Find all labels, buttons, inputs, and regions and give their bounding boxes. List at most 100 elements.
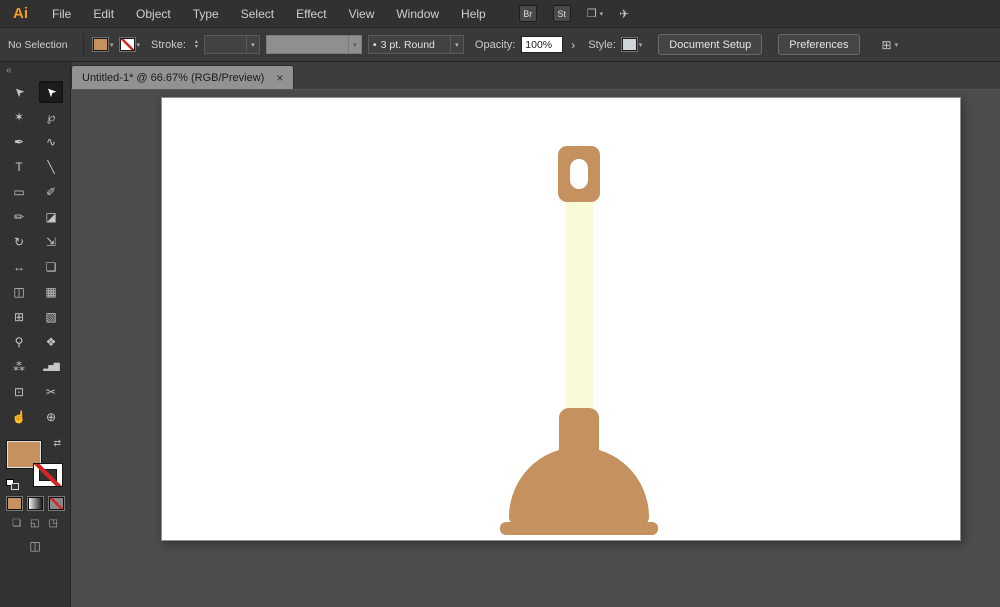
curvature-icon: ∿	[45, 134, 57, 149]
brush-definition-dropdown[interactable]: • 3 pt. Round ▾	[367, 35, 464, 54]
fill-color-dropdown[interactable]: ▾	[93, 38, 114, 51]
preferences-button[interactable]: Preferences	[778, 34, 860, 55]
stepper-down-icon[interactable]: ▾	[195, 44, 198, 50]
tool-gradient[interactable]: ▧	[38, 304, 64, 329]
stroke-label: Stroke:	[151, 38, 186, 51]
brush-dot-icon: •	[372, 38, 377, 51]
tool-shape-builder[interactable]: ◫	[6, 279, 32, 304]
fill-swatch	[93, 38, 108, 51]
tool-perspective-grid[interactable]: ▦	[38, 279, 64, 304]
chevron-down-icon: ▾	[136, 41, 141, 49]
tool-type[interactable]: T	[6, 154, 32, 179]
menu-object[interactable]: Object	[125, 7, 182, 21]
swap-fill-stroke-icon[interactable]: ⇄	[53, 438, 61, 449]
color-button[interactable]	[6, 497, 22, 510]
type-icon: T	[15, 159, 23, 174]
screen-mode-icon[interactable]: ◫	[0, 539, 70, 553]
shape-builder-icon: ◫	[13, 284, 25, 299]
default-fill-stroke-icon[interactable]	[6, 479, 19, 490]
gradient-button[interactable]	[27, 497, 43, 510]
free-transform-icon: ❏	[45, 259, 57, 274]
tool-paintbrush[interactable]: ✐	[38, 179, 64, 204]
tool-scale[interactable]: ⇲	[38, 229, 64, 254]
menu-select[interactable]: Select	[230, 7, 285, 21]
canvas[interactable]	[71, 90, 1000, 607]
opacity-panel-arrow-icon[interactable]: ›	[571, 38, 575, 52]
stroke-swatch[interactable]	[33, 463, 63, 487]
tool-hand[interactable]: ☝	[6, 404, 32, 429]
menu-view[interactable]: View	[338, 7, 386, 21]
collapse-panel-icon[interactable]: «	[0, 62, 70, 77]
slice-icon: ✂	[45, 384, 57, 399]
menu-type[interactable]: Type	[182, 7, 230, 21]
opacity-label: Opacity:	[474, 38, 516, 51]
plunger-base-shape[interactable]	[500, 522, 658, 535]
tool-magic-wand[interactable]: ✶	[6, 104, 32, 129]
menu-effect[interactable]: Effect	[285, 7, 337, 21]
stroke-width-dropdown[interactable]: ▾	[203, 35, 260, 54]
tool-rectangle[interactable]: ▭	[6, 179, 32, 204]
none-slash-icon	[34, 464, 62, 486]
tool-rotate[interactable]: ↻	[6, 229, 32, 254]
artboard[interactable]	[161, 97, 961, 541]
tool-column-graph[interactable]: ▂▅▇	[38, 354, 64, 379]
plunger-stick-shape[interactable]	[565, 200, 593, 412]
tool-pencil[interactable]: ✏	[6, 204, 32, 229]
stroke-width-stepper[interactable]: ▴ ▾	[195, 39, 198, 50]
tab-close-icon[interactable]: ×	[276, 71, 283, 85]
tool-eyedropper[interactable]: ⚲	[6, 329, 32, 354]
tool-line-segment[interactable]: ╲	[38, 154, 64, 179]
tool-free-transform[interactable]: ❏	[38, 254, 64, 279]
none-button[interactable]	[48, 497, 64, 510]
tool-curvature[interactable]: ∿	[38, 129, 64, 154]
menu-help[interactable]: Help	[450, 7, 497, 21]
gpu-performance-icon[interactable]: ✈	[619, 7, 629, 21]
chevron-down-icon: ▾	[599, 10, 604, 18]
document-setup-button[interactable]: Document Setup	[658, 34, 763, 55]
tool-pen[interactable]: ✒	[6, 129, 32, 154]
tool-direct-selection[interactable]: ➤	[39, 80, 63, 103]
transform-panel-dropdown[interactable]: ⊞ ▾	[882, 38, 899, 52]
chevron-down-icon: ▾	[245, 36, 259, 53]
draw-inside-icon[interactable]: ◳	[48, 518, 57, 529]
stroke-none-swatch	[119, 38, 135, 51]
document-area: Untitled-1* @ 66.67% (RGB/Preview) ×	[71, 62, 1000, 607]
stroke-profile-dropdown[interactable]: ▾	[265, 35, 362, 54]
symbol-sprayer-icon: ⁂	[13, 359, 25, 374]
tool-selection[interactable]: ➤	[6, 79, 32, 104]
tools-panel: « ➤ ➤ ✶ ℘ ✒ ∿ T ╲ ▭ ✐ ✏ ◪ ↻ ⇲ ↔ ❏ ◫ ▦ ⊞	[0, 62, 71, 607]
line-segment-icon: ╲	[47, 159, 55, 174]
arrange-documents-dropdown[interactable]: ❒ ▾	[587, 7, 603, 20]
tool-lasso[interactable]: ℘	[38, 104, 64, 129]
transform-grid-icon: ⊞	[881, 37, 892, 52]
opacity-input[interactable]: 100%	[521, 36, 564, 53]
menu-file[interactable]: File	[41, 7, 82, 21]
tool-blend[interactable]: ❖	[38, 329, 64, 354]
control-bar: No Selection ▾ ▾ Stroke: ▴ ▾ ▾ ▾ • 3 pt.…	[0, 28, 1000, 62]
stroke-color-dropdown[interactable]: ▾	[119, 38, 141, 51]
illustrator-window: Ai File Edit Object Type Select Effect V…	[0, 0, 1000, 607]
document-tab[interactable]: Untitled-1* @ 66.67% (RGB/Preview) ×	[71, 65, 295, 89]
tool-slice[interactable]: ✂	[38, 379, 64, 404]
tool-zoom[interactable]: ⊕	[38, 404, 64, 429]
tool-eraser[interactable]: ◪	[38, 204, 64, 229]
style-label: Style:	[588, 38, 616, 51]
tool-artboard[interactable]: ⊡	[6, 379, 32, 404]
stock-button[interactable]: St	[552, 5, 571, 22]
draw-normal-icon[interactable]: ❏	[12, 518, 21, 529]
chevron-down-icon: ▾	[638, 41, 643, 49]
plunger-handle-hole-shape[interactable]	[570, 159, 588, 189]
bridge-button[interactable]: Br	[518, 5, 537, 22]
tool-symbol-sprayer[interactable]: ⁂	[6, 354, 32, 379]
menu-edit[interactable]: Edit	[82, 7, 125, 21]
menu-window[interactable]: Window	[385, 7, 450, 21]
style-dropdown[interactable]: ▾	[621, 38, 643, 51]
tool-width[interactable]: ↔	[6, 254, 32, 279]
perspective-grid-icon: ▦	[45, 284, 57, 299]
separator	[83, 33, 84, 56]
plunger-cup-shape[interactable]	[509, 447, 649, 525]
hand-icon: ☝	[11, 409, 27, 424]
style-swatch	[621, 38, 637, 51]
tool-mesh[interactable]: ⊞	[6, 304, 32, 329]
draw-behind-icon[interactable]: ◱	[30, 518, 39, 529]
